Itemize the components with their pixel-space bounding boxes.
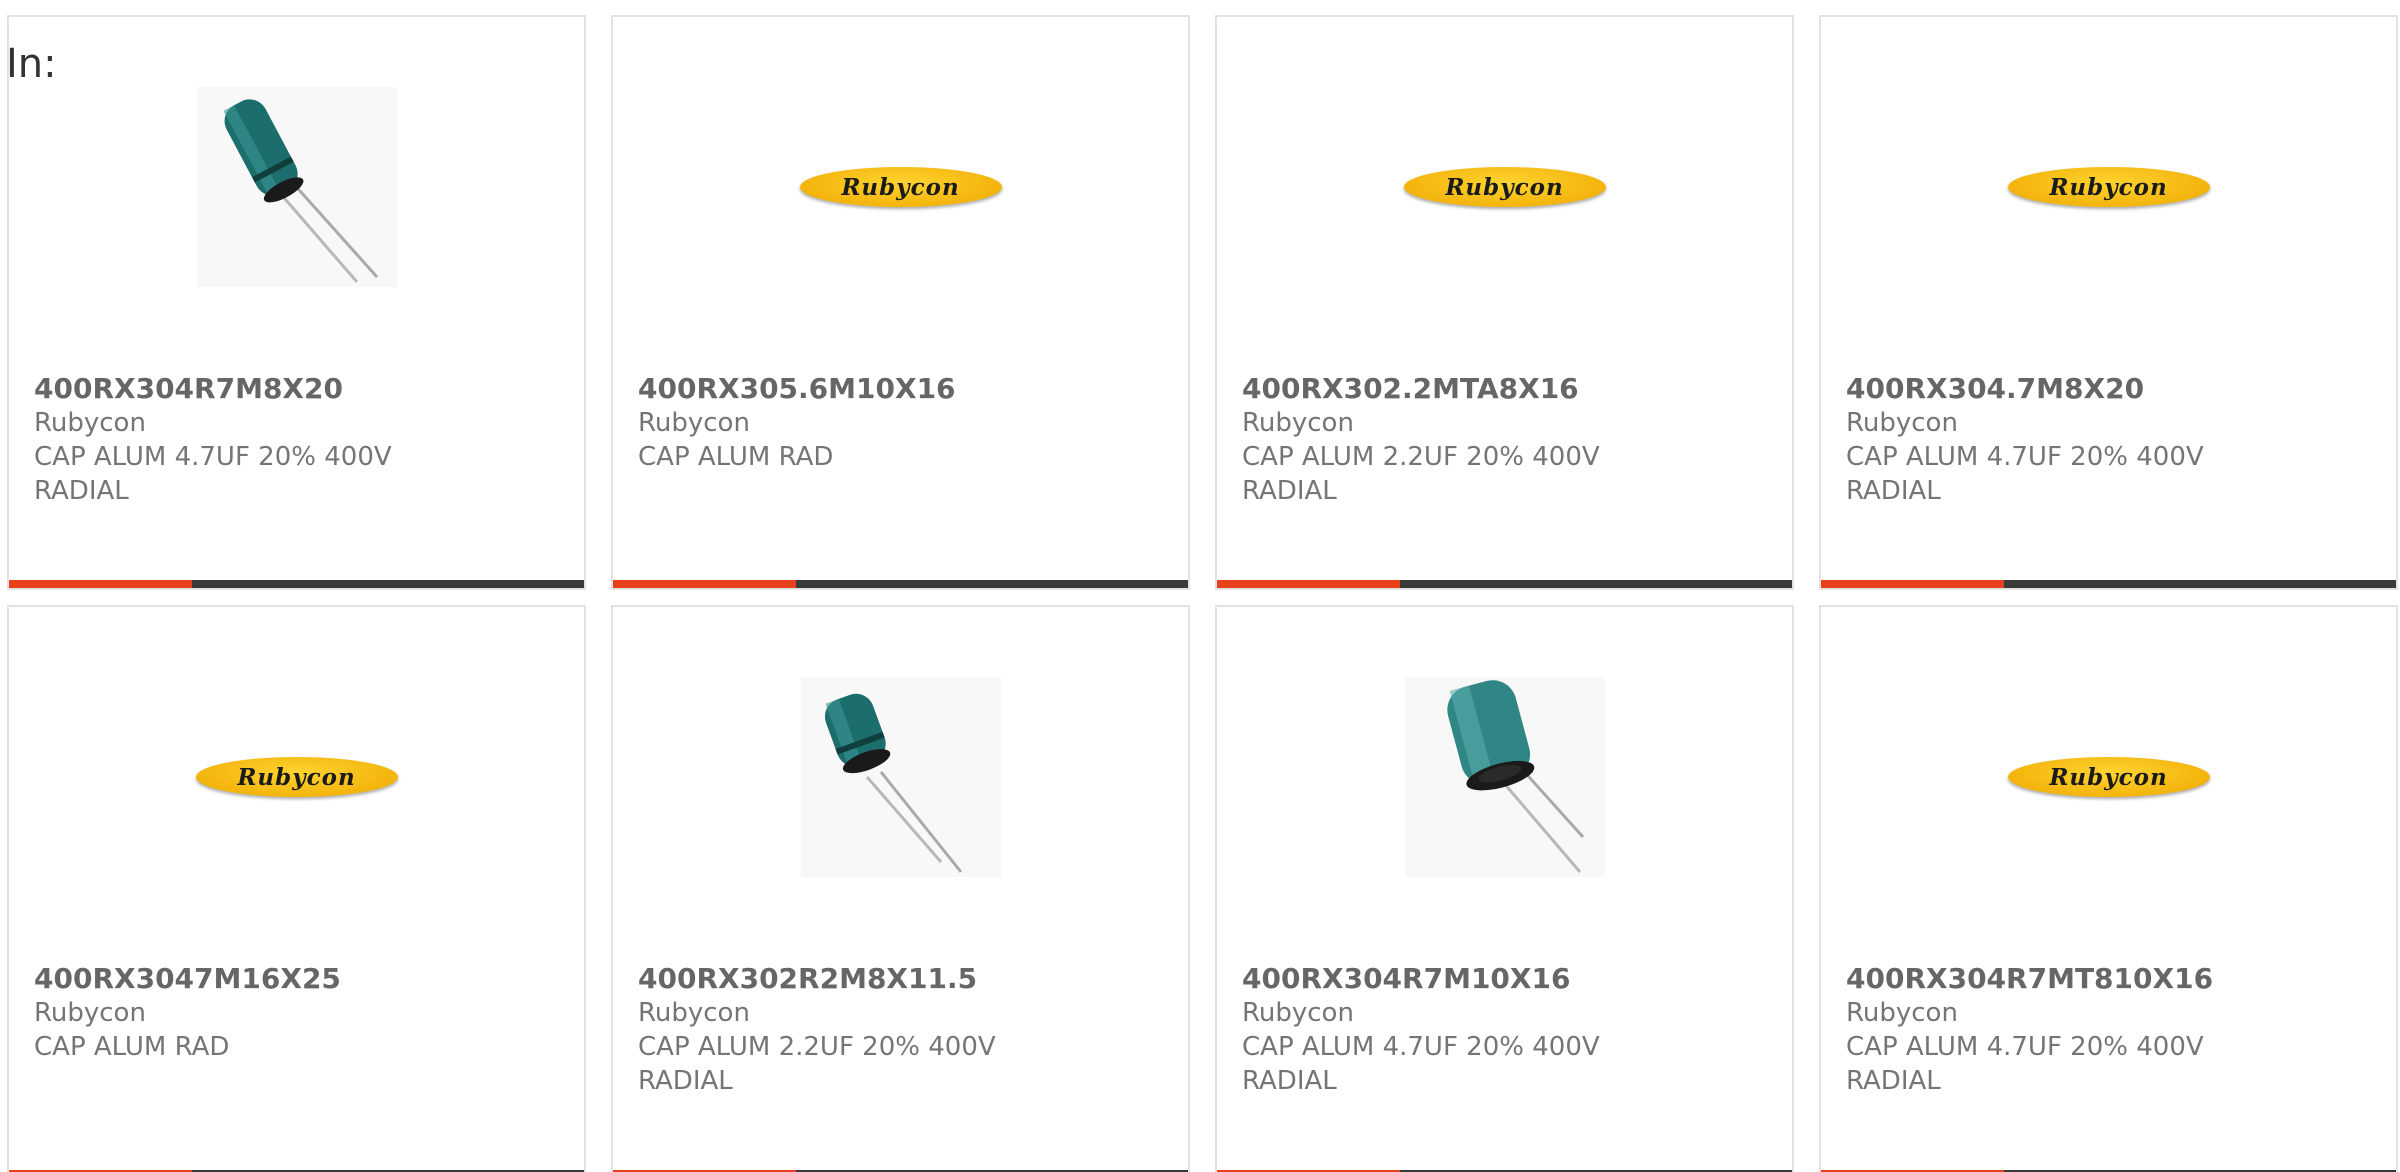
logo-text: Rubycon <box>2049 173 2168 201</box>
logo-text: Rubycon <box>2049 763 2168 791</box>
product-card[interactable]: 400RX304R7M10X16 Rubycon CAP ALUM 4.7UF … <box>1215 605 1794 1172</box>
part-number-link[interactable]: 400RX304R7M8X20 <box>34 372 564 406</box>
manufacturer-name: Rubycon <box>1242 408 1354 438</box>
product-description: CAP ALUM 4.7UF 20% 400V RADIAL <box>1242 1032 1600 1096</box>
product-description: CAP ALUM 2.2UF 20% 400V RADIAL <box>1242 442 1600 506</box>
manufacturer-name: Rubycon <box>1242 998 1354 1028</box>
manufacturer-name: Rubycon <box>34 998 146 1028</box>
card-accent-bar <box>1217 580 1400 588</box>
manufacturer-name: Rubycon <box>1846 408 1958 438</box>
product-image[interactable] <box>9 17 584 357</box>
part-number-link[interactable]: 400RX302R2M8X11.5 <box>638 962 1168 996</box>
product-image[interactable]: Rubycon <box>1217 17 1792 357</box>
product-description: CAP ALUM 4.7UF 20% 400V RADIAL <box>1846 442 2204 506</box>
capacitor-photo <box>196 87 397 287</box>
product-image[interactable]: Rubycon <box>1821 607 2396 947</box>
logo-text: Rubycon <box>1445 173 1564 201</box>
product-description: CAP ALUM RAD <box>34 1032 230 1062</box>
manufacturer-name: Rubycon <box>638 408 750 438</box>
logo-text: Rubycon <box>237 763 356 791</box>
part-number-link[interactable]: 400RX304R7MT810X16 <box>1846 962 2376 996</box>
product-image[interactable] <box>1217 607 1792 947</box>
rubycon-logo: Rubycon <box>799 167 1002 207</box>
part-number-link[interactable]: 400RX302.2MTA8X16 <box>1242 372 1772 406</box>
product-image[interactable] <box>613 607 1188 947</box>
rubycon-logo: Rubycon <box>1403 167 1606 207</box>
manufacturer-name: Rubycon <box>638 998 750 1028</box>
capacitor-photo <box>800 677 1001 877</box>
part-number-link[interactable]: 400RX305.6M10X16 <box>638 372 1168 406</box>
rubycon-logo: Rubycon <box>195 757 398 797</box>
product-card[interactable]: Rubycon 400RX305.6M10X16 Rubycon CAP ALU… <box>611 15 1190 590</box>
product-description: CAP ALUM 2.2UF 20% 400V RADIAL <box>638 1032 996 1096</box>
card-bottom-bar <box>1217 580 1792 588</box>
product-card[interactable]: Rubycon 400RX304.7M8X20 Rubycon CAP ALUM… <box>1819 15 2398 590</box>
part-number-link[interactable]: 400RX304R7M10X16 <box>1242 962 1772 996</box>
product-card[interactable]: Rubycon 400RX304R7MT810X16 Rubycon CAP A… <box>1819 605 2398 1172</box>
product-card[interactable]: 400RX304R7M8X20 Rubycon CAP ALUM 4.7UF 2… <box>7 15 586 590</box>
logo-text: Rubycon <box>841 173 960 201</box>
product-card[interactable]: Rubycon 400RX302.2MTA8X16 Rubycon CAP AL… <box>1215 15 1794 590</box>
part-number-link[interactable]: 400RX304.7M8X20 <box>1846 372 2376 406</box>
product-card[interactable]: 400RX302R2M8X11.5 Rubycon CAP ALUM 2.2UF… <box>611 605 1190 1172</box>
product-description: CAP ALUM 4.7UF 20% 400V RADIAL <box>34 442 392 506</box>
card-accent-bar <box>9 580 192 588</box>
manufacturer-name: Rubycon <box>34 408 146 438</box>
card-accent-bar <box>1821 580 2004 588</box>
product-grid: 400RX304R7M8X20 Rubycon CAP ALUM 4.7UF 2… <box>0 0 2400 1172</box>
card-bottom-bar <box>613 580 1188 588</box>
rubycon-logo: Rubycon <box>2007 757 2210 797</box>
card-bottom-bar <box>1821 580 2396 588</box>
product-description: CAP ALUM RAD <box>638 442 834 472</box>
product-card[interactable]: Rubycon 400RX3047M16X25 Rubycon CAP ALUM… <box>7 605 586 1172</box>
rubycon-logo: Rubycon <box>2007 167 2210 207</box>
page-label: In: <box>6 41 57 87</box>
card-accent-bar <box>613 580 796 588</box>
product-image[interactable]: Rubycon <box>9 607 584 947</box>
card-bottom-bar <box>9 580 584 588</box>
part-number-link[interactable]: 400RX3047M16X25 <box>34 962 564 996</box>
product-image[interactable]: Rubycon <box>613 17 1188 357</box>
manufacturer-name: Rubycon <box>1846 998 1958 1028</box>
product-image[interactable]: Rubycon <box>1821 17 2396 357</box>
product-description: CAP ALUM 4.7UF 20% 400V RADIAL <box>1846 1032 2204 1096</box>
capacitor-photo <box>1404 677 1605 877</box>
